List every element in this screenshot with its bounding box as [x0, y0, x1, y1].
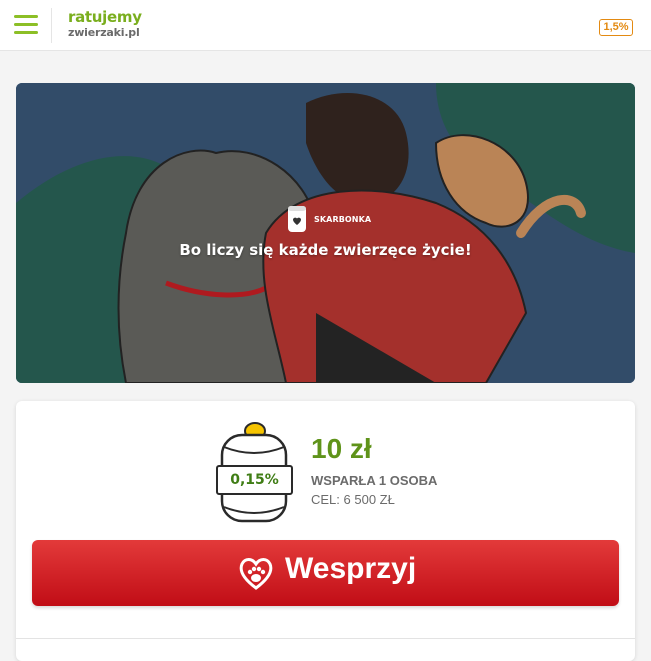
- campaign-title: Bo liczy się każde zwierzęce życie!: [179, 241, 472, 259]
- support-button-label: Wesprzyj: [285, 552, 417, 585]
- header-divider: [51, 8, 52, 43]
- heart-paw-icon: [239, 558, 273, 590]
- top-navigation-bar: ratujemy zwierzaki.pl 1,5%: [0, 0, 651, 51]
- campaign-goal: CEL: 6 500 ZŁ: [311, 492, 395, 507]
- support-button[interactable]: Wesprzyj: [32, 540, 619, 606]
- progress-percent: 0,15%: [216, 465, 293, 495]
- logo-text-top: ratujemy: [68, 8, 142, 26]
- raised-amount: 10 zł: [311, 433, 372, 464]
- category-label: SKARBONKA: [314, 215, 372, 224]
- card-divider: [16, 638, 635, 639]
- logo-text-bottom: zwierzaki.pl: [68, 26, 140, 39]
- one-point-five-percent-badge[interactable]: 1,5%: [599, 19, 633, 36]
- site-logo[interactable]: ratujemy zwierzaki.pl: [68, 8, 158, 42]
- campaign-hero-image: SKARBONKA Bo liczy się każde zwierzęce ż…: [16, 83, 635, 383]
- skarbonka-category: SKARBONKA: [287, 203, 387, 235]
- piggy-bank-jar-icon: [288, 206, 306, 232]
- campaign-card: 0,15% 10 zł WSPARŁA 1 OSOBA CEL: 6 500 Z…: [16, 401, 635, 661]
- supporters-count: WSPARŁA 1 OSOBA: [311, 473, 438, 488]
- menu-icon[interactable]: [14, 15, 38, 35]
